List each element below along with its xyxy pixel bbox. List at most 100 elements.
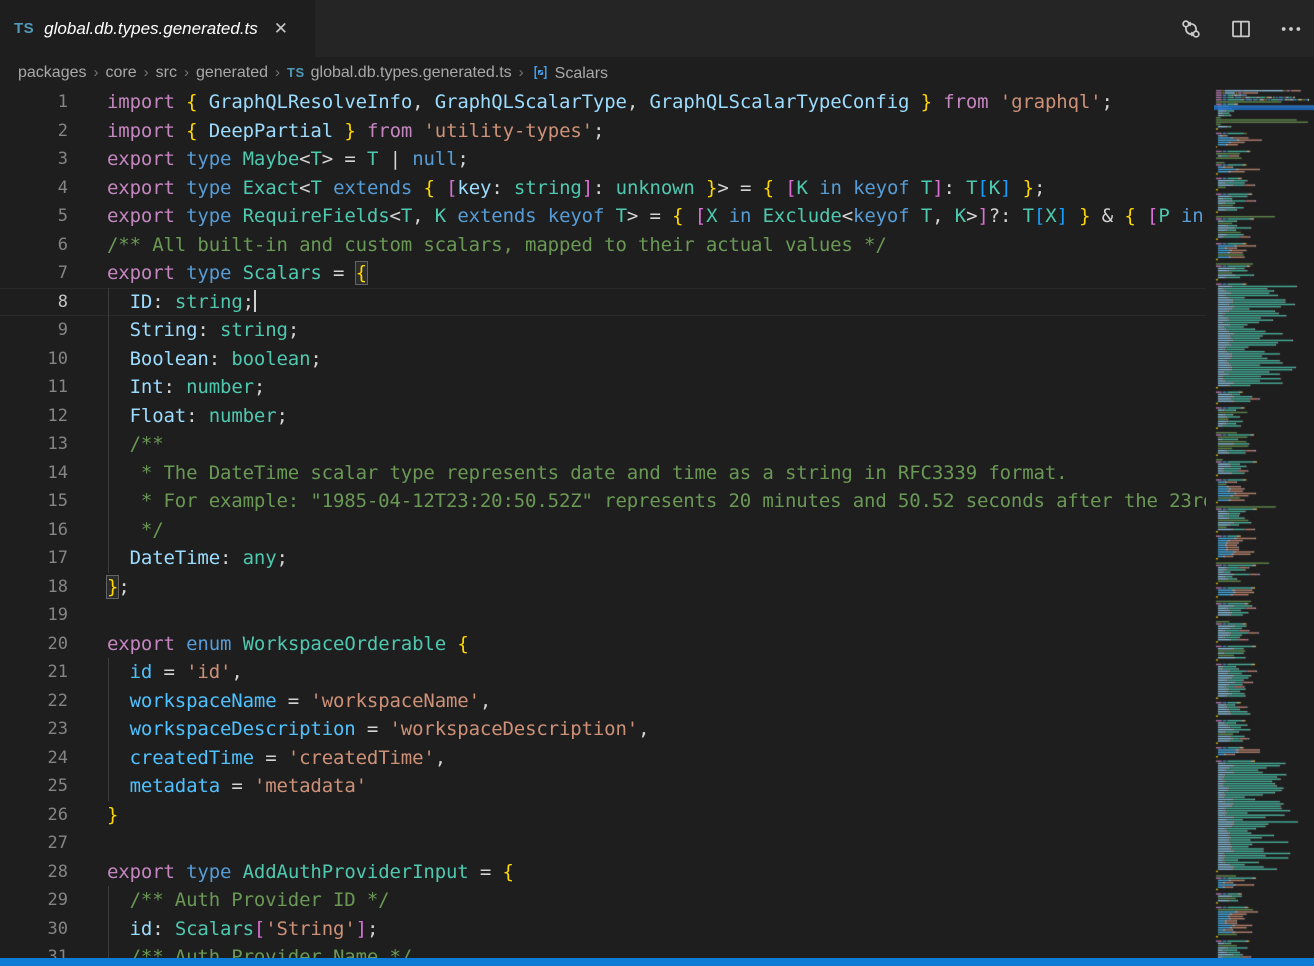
line-number[interactable]: 3: [0, 145, 68, 174]
code-line[interactable]: 20export enum WorkspaceOrderable {: [0, 630, 1206, 659]
code-line[interactable]: 1import { GraphQLResolveInfo, GraphQLSca…: [0, 88, 1206, 117]
indent-guide: [108, 744, 109, 773]
code-line[interactable]: 6 /** All built-in and custom scalars, ma…: [0, 231, 1206, 260]
breadcrumb-item-symbol[interactable]: Scalars: [531, 63, 608, 83]
line-number[interactable]: 22: [0, 687, 68, 716]
line-number[interactable]: 29: [0, 886, 68, 915]
line-number[interactable]: 31: [0, 943, 68, 958]
line-number[interactable]: 11: [0, 373, 68, 402]
code-text: /**: [107, 430, 164, 459]
line-number[interactable]: 18: [0, 573, 68, 602]
line-number[interactable]: 10: [0, 345, 68, 374]
code-line[interactable]: 18};: [0, 573, 1206, 602]
code-line[interactable]: 11 Int: number;: [0, 373, 1206, 402]
line-number[interactable]: 28: [0, 858, 68, 887]
breadcrumb-item-packages[interactable]: packages: [18, 64, 87, 82]
code-line[interactable]: 19: [0, 601, 1206, 630]
code-text: id: Scalars['String'];: [107, 915, 378, 944]
code-line[interactable]: 2 import { DeepPartial } from 'utility-ty…: [0, 117, 1206, 146]
line-number[interactable]: 9: [0, 316, 68, 345]
code-line[interactable]: 3export type Maybe<T> = T | null;: [0, 145, 1206, 174]
code-text: ID: string;: [107, 288, 256, 317]
code-text: DateTime: any;: [107, 544, 288, 573]
code-line[interactable]: 29 /** Auth Provider ID */: [0, 886, 1206, 915]
code-text: workspaceName = 'workspaceName',: [107, 687, 491, 716]
line-number[interactable]: 27: [0, 829, 68, 858]
line-number[interactable]: 17: [0, 544, 68, 573]
code-line[interactable]: 25 metadata = 'metadata': [0, 772, 1206, 801]
compare-changes-icon[interactable]: [1178, 16, 1204, 42]
vscode-window: TS global.db.types.generated.ts ✕: [0, 0, 1314, 966]
editor[interactable]: 1import { GraphQLResolveInfo, GraphQLSca…: [0, 88, 1206, 958]
code-line[interactable]: 26}: [0, 801, 1206, 830]
indent-guide: [108, 316, 109, 345]
breadcrumb-item-core[interactable]: core: [106, 64, 137, 82]
indent-guide: [108, 516, 109, 545]
minimap[interactable]: [1206, 88, 1314, 958]
code-line[interactable]: 13 /**: [0, 430, 1206, 459]
code-line[interactable]: 22 workspaceName = 'workspaceName',: [0, 687, 1206, 716]
code-line[interactable]: 5export type RequireFields<T, K extends …: [0, 202, 1206, 231]
line-number[interactable]: 19: [0, 601, 68, 630]
line-number[interactable]: 20: [0, 630, 68, 659]
line-number[interactable]: 21: [0, 658, 68, 687]
code-line[interactable]: 17 DateTime: any;: [0, 544, 1206, 573]
line-number[interactable]: 4: [0, 174, 68, 203]
close-tab-icon[interactable]: ✕: [274, 20, 288, 37]
line-number[interactable]: 26: [0, 801, 68, 830]
code-line[interactable]: 27: [0, 829, 1206, 858]
line-number[interactable]: 1: [0, 88, 68, 117]
code-line[interactable]: 8 ID: string;: [0, 288, 1206, 317]
indent-guide: [108, 288, 109, 317]
indent-guide: [108, 886, 109, 915]
more-actions-icon[interactable]: [1278, 16, 1304, 42]
code-line[interactable]: 30 id: Scalars['String'];: [0, 915, 1206, 944]
line-number[interactable]: 13: [0, 430, 68, 459]
code-text: }: [107, 801, 118, 830]
tab-global-db-types[interactable]: TS global.db.types.generated.ts ✕: [0, 0, 315, 57]
line-number[interactable]: 5: [0, 202, 68, 231]
line-number[interactable]: 7: [0, 259, 68, 288]
code-text: */: [107, 516, 164, 545]
breadcrumb-item-src[interactable]: src: [156, 64, 177, 82]
code-line[interactable]: 10 Boolean: boolean;: [0, 345, 1206, 374]
breadcrumb-item-generated[interactable]: generated: [196, 64, 268, 82]
line-number[interactable]: 16: [0, 516, 68, 545]
line-number[interactable]: 24: [0, 744, 68, 773]
code-text: /** All built-in and custom scalars, map…: [107, 231, 887, 260]
line-number[interactable]: 23: [0, 715, 68, 744]
line-number[interactable]: 12: [0, 402, 68, 431]
indent-guide: [108, 544, 109, 573]
line-number[interactable]: 15: [0, 487, 68, 516]
line-number[interactable]: 2: [0, 117, 68, 146]
indent-guide: [108, 943, 109, 958]
code-line[interactable]: 23 workspaceDescription = 'workspaceDesc…: [0, 715, 1206, 744]
code-line[interactable]: 31 /** Auth Provider Name */: [0, 943, 1206, 958]
text-cursor: [254, 290, 256, 312]
line-number[interactable]: 6: [0, 231, 68, 260]
code-line[interactable]: 7 export type Scalars = {: [0, 259, 1206, 288]
line-number[interactable]: 14: [0, 459, 68, 488]
code-line[interactable]: 24 createdTime = 'createdTime',: [0, 744, 1206, 773]
breadcrumb-item-file[interactable]: TSglobal.db.types.generated.ts: [287, 64, 512, 82]
code-text: createdTime = 'createdTime',: [107, 744, 446, 773]
line-number[interactable]: 8: [0, 288, 68, 317]
line-number[interactable]: 25: [0, 772, 68, 801]
code-line[interactable]: 12 Float: number;: [0, 402, 1206, 431]
minimap-canvas[interactable]: [1214, 88, 1314, 958]
code-text: export type Scalars = {: [107, 259, 367, 288]
code-text: id = 'id',: [107, 658, 243, 687]
code-line[interactable]: 21 id = 'id',: [0, 658, 1206, 687]
code-line[interactable]: 9 String: string;: [0, 316, 1206, 345]
split-editor-icon[interactable]: [1228, 16, 1254, 42]
breadcrumb: packages›core›src›generated›TSglobal.db.…: [0, 57, 1206, 88]
code-line[interactable]: 16 */: [0, 516, 1206, 545]
indent-guide: [108, 373, 109, 402]
code-line[interactable]: 28export type AddAuthProviderInput = {: [0, 858, 1206, 887]
tab-title: global.db.types.generated.ts: [44, 19, 258, 39]
code-line[interactable]: 14 * The DateTime scalar type represents…: [0, 459, 1206, 488]
code-line[interactable]: 4export type Exact<T extends { [key: str…: [0, 174, 1206, 203]
code-text: import { DeepPartial } from 'utility-typ…: [107, 117, 604, 146]
line-number[interactable]: 30: [0, 915, 68, 944]
code-line[interactable]: 15 * For example: "1985-04-12T23:20:50.5…: [0, 487, 1206, 516]
